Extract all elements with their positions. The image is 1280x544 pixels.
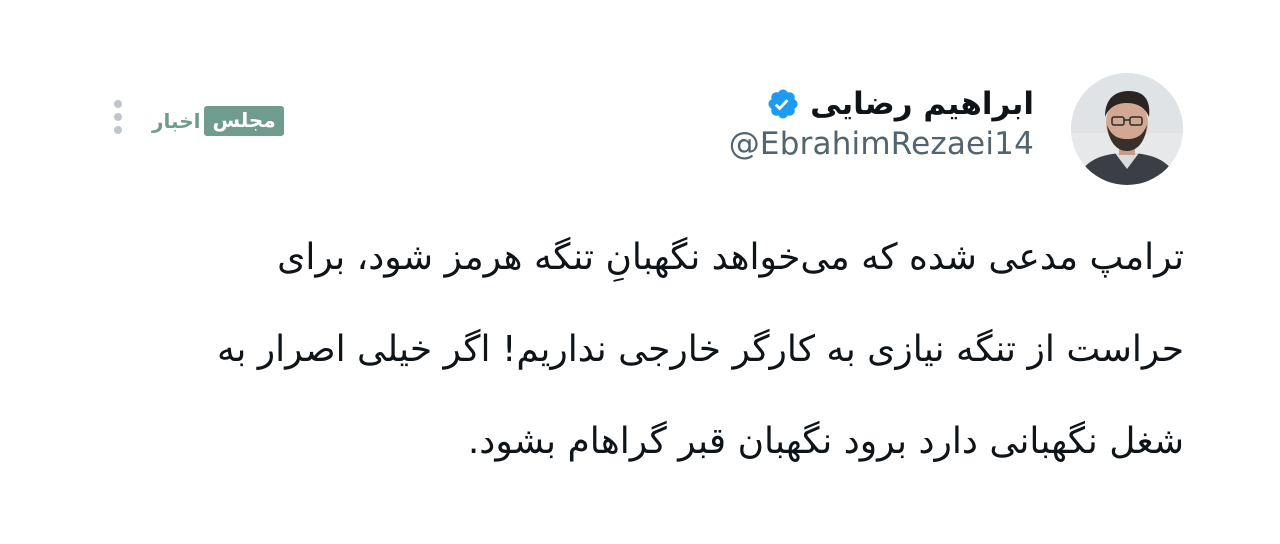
post-text-line: ترامپ مدعی شده که می‌خواهد نگهبانِ تنگه … [277,237,1184,278]
post-text-line: حراست از تنگه نیازی به کارگر خارجی نداری… [217,329,1184,370]
author-display-name[interactable]: ابراهیم رضایی [810,86,1034,122]
author-avatar[interactable] [1071,73,1183,185]
author-name-row[interactable]: ابراهیم رضایی [766,78,1034,130]
verified-badge-icon [766,87,800,121]
author-handle[interactable]: @EbrahimRezaei14 [729,126,1034,162]
post-card: ابراهیم رضایی @EbrahimRezaei14 اخبار مجل… [0,0,1280,544]
watermark-word-plain: اخبار [152,109,201,133]
post-text-line: شغل نگهبانی دارد برود نگهبان قبر گراهام … [467,421,1184,462]
watermark-word-box: مجلس [204,106,284,136]
more-vertical-icon[interactable] [109,98,127,142]
watermark-logo: اخبار مجلس [152,102,284,140]
post-text: ترامپ مدعی شده که می‌خواهد نگهبانِ تنگه … [98,212,1184,488]
